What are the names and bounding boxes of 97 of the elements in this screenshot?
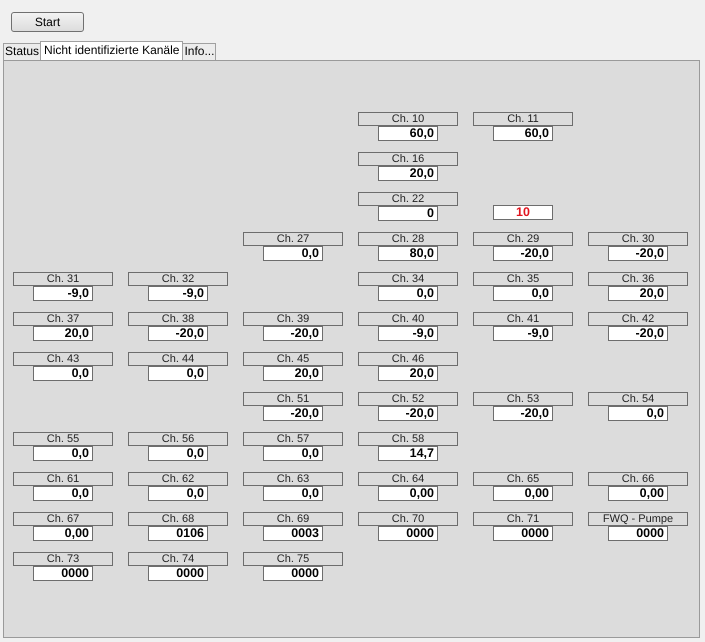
- channel-label: Ch. 28: [358, 232, 458, 246]
- channel-label: Ch. 71: [473, 512, 573, 526]
- value-field: 0,0: [33, 446, 93, 461]
- value-field: -20,0: [608, 326, 668, 341]
- channel-label: Ch. 52: [358, 392, 458, 406]
- value-field: 0,0: [148, 446, 208, 461]
- value-field: 0,0: [33, 366, 93, 381]
- channel-label: Ch. 35: [473, 272, 573, 286]
- channel-label: Ch. 58: [358, 432, 458, 446]
- channel-label: Ch. 70: [358, 512, 458, 526]
- channel-label: Ch. 65: [473, 472, 573, 486]
- value-field: -9,0: [148, 286, 208, 301]
- channel-label: Ch. 41: [473, 312, 573, 326]
- channel-label: Ch. 54: [588, 392, 688, 406]
- channel-label: Ch. 11: [473, 112, 573, 126]
- value-field: 0,00: [33, 526, 93, 541]
- value-field: 0000: [263, 566, 323, 581]
- value-field: -20,0: [148, 326, 208, 341]
- channel-label: Ch. 63: [243, 472, 343, 486]
- value-field: -20,0: [263, 326, 323, 341]
- channel-label: Ch. 73: [13, 552, 113, 566]
- channel-label: Ch. 51: [243, 392, 343, 406]
- value-field: 10: [493, 205, 553, 220]
- value-field: 0000: [493, 526, 553, 541]
- value-field: 0,0: [263, 486, 323, 501]
- value-field: -20,0: [493, 246, 553, 261]
- value-field: 0,0: [608, 406, 668, 421]
- channel-label: FWQ - Pumpe: [588, 512, 688, 526]
- channel-label: Ch. 22: [358, 192, 458, 206]
- channel-label: Ch. 56: [128, 432, 228, 446]
- value-field: -20,0: [493, 406, 553, 421]
- value-field: -9,0: [33, 286, 93, 301]
- value-field: 20,0: [33, 326, 93, 341]
- value-field: -20,0: [608, 246, 668, 261]
- channel-label: Ch. 53: [473, 392, 573, 406]
- value-field: 80,0: [378, 246, 438, 261]
- channel-label: Ch. 31: [13, 272, 113, 286]
- value-field: 0000: [378, 526, 438, 541]
- channel-label: Ch. 67: [13, 512, 113, 526]
- channel-label: Ch. 61: [13, 472, 113, 486]
- channel-label: Ch. 75: [243, 552, 343, 566]
- channel-label: Ch. 64: [358, 472, 458, 486]
- channel-label: Ch. 29: [473, 232, 573, 246]
- channel-label: Ch. 44: [128, 352, 228, 366]
- value-field: 0,0: [263, 446, 323, 461]
- value-field: 0,00: [493, 486, 553, 501]
- value-field: 14,7: [378, 446, 438, 461]
- tab[interactable]: Nicht identifizierte Kanäle: [40, 41, 184, 60]
- channel-label: Ch. 36: [588, 272, 688, 286]
- channel-label: Ch. 74: [128, 552, 228, 566]
- value-field: -20,0: [263, 406, 323, 421]
- value-field: 0,0: [33, 486, 93, 501]
- channel-label: Ch. 62: [128, 472, 228, 486]
- channel-label: Ch. 43: [13, 352, 113, 366]
- value-field: 0003: [263, 526, 323, 541]
- channel-label: Ch. 40: [358, 312, 458, 326]
- value-field: 0,0: [263, 246, 323, 261]
- channel-label: Ch. 10: [358, 112, 458, 126]
- value-field: -20,0: [378, 406, 438, 421]
- tab[interactable]: Info...: [182, 43, 216, 60]
- tab[interactable]: Status: [3, 43, 42, 60]
- value-field: -9,0: [378, 326, 438, 341]
- channel-label: Ch. 39: [243, 312, 343, 326]
- value-field: 20,0: [263, 366, 323, 381]
- channel-label: Ch. 30: [588, 232, 688, 246]
- value-field: 0000: [148, 566, 208, 581]
- value-field: 0,0: [493, 286, 553, 301]
- channel-label: Ch. 42: [588, 312, 688, 326]
- value-field: 60,0: [493, 126, 553, 141]
- value-field: 20,0: [378, 366, 438, 381]
- value-field: 0106: [148, 526, 208, 541]
- channel-label: Ch. 57: [243, 432, 343, 446]
- value-field: 0,0: [148, 486, 208, 501]
- value-field: -9,0: [493, 326, 553, 341]
- value-field: 20,0: [608, 286, 668, 301]
- channel-label: Ch. 32: [128, 272, 228, 286]
- channel-label: Ch. 55: [13, 432, 113, 446]
- value-field: 0: [378, 206, 438, 221]
- channel-label: Ch. 38: [128, 312, 228, 326]
- channel-label: Ch. 68: [128, 512, 228, 526]
- channel-label: Ch. 27: [243, 232, 343, 246]
- channel-label: Ch. 45: [243, 352, 343, 366]
- value-field: 0,00: [608, 486, 668, 501]
- channel-label: Ch. 37: [13, 312, 113, 326]
- start-button[interactable]: Start: [11, 12, 84, 32]
- channel-label: Ch. 34: [358, 272, 458, 286]
- channel-label: Ch. 16: [358, 152, 458, 166]
- value-field: 60,0: [378, 126, 438, 141]
- value-field: 20,0: [378, 166, 438, 181]
- channel-label: Ch. 66: [588, 472, 688, 486]
- value-field: 0,0: [378, 286, 438, 301]
- channel-label: Ch. 69: [243, 512, 343, 526]
- value-field: 0000: [608, 526, 668, 541]
- value-field: 0000: [33, 566, 93, 581]
- value-field: 0,00: [378, 486, 438, 501]
- channel-label: Ch. 46: [358, 352, 458, 366]
- value-field: 0,0: [148, 366, 208, 381]
